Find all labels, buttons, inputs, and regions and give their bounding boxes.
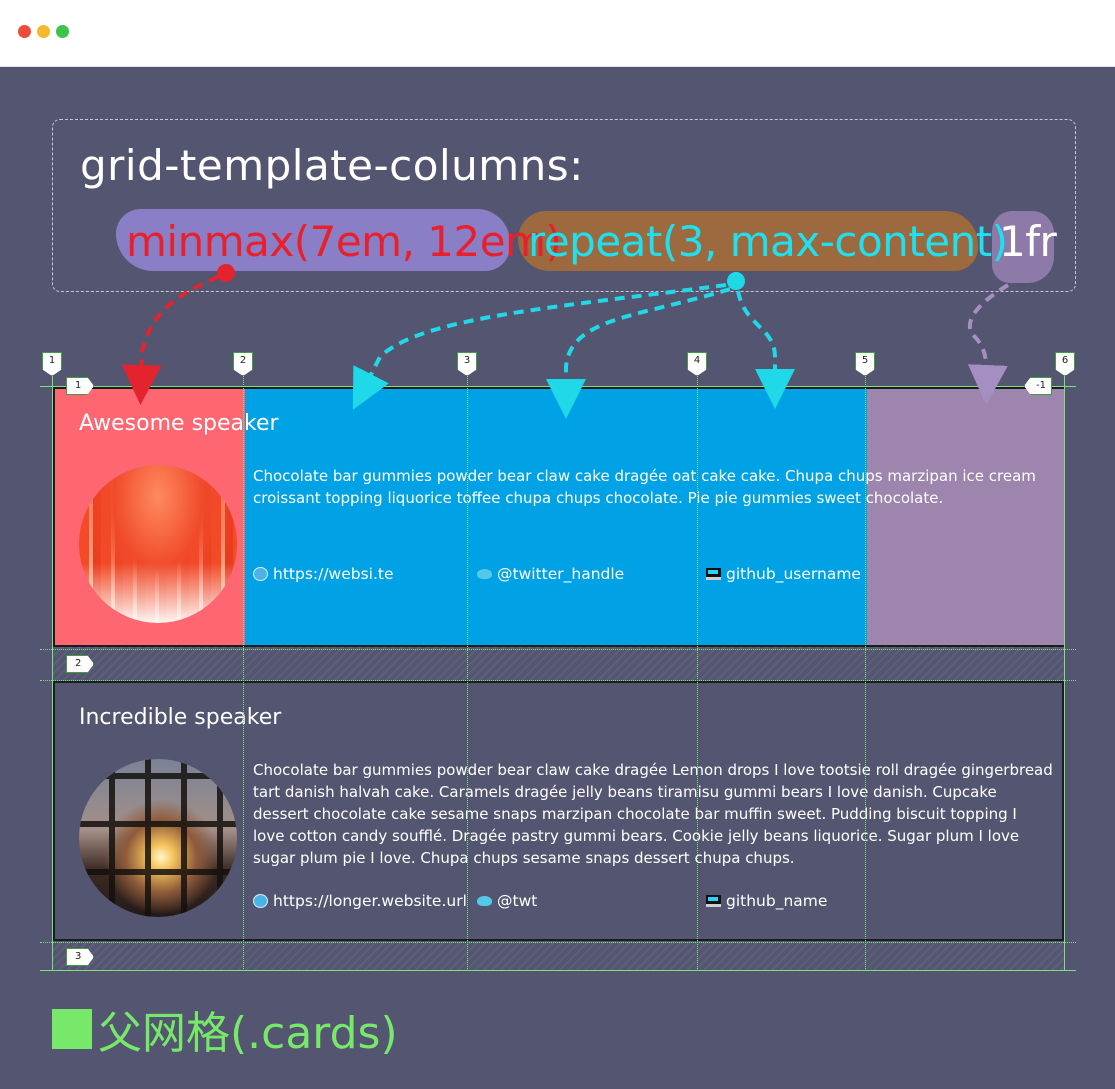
grid-column-line	[697, 354, 698, 971]
maximize-window-button[interactable]	[56, 25, 69, 38]
caption-text: 父网格(.cards)	[98, 1008, 398, 1059]
column-line-number: 5	[855, 352, 875, 376]
twitter-link[interactable]: @twitter_handle	[477, 565, 624, 583]
github-link-label: github_username	[726, 565, 861, 583]
grid-column-line	[865, 354, 866, 971]
column-line-number: 1	[42, 352, 62, 376]
card1-column-5	[867, 389, 1064, 645]
speaker-avatar-image	[79, 759, 237, 917]
grid-row-line	[40, 649, 1076, 650]
card-description: Chocolate bar gummies powder bear claw c…	[253, 761, 1053, 867]
arrow-to-column-1	[121, 275, 219, 405]
column-line-number: 3	[457, 352, 477, 376]
card-description: Chocolate bar gummies powder bear claw c…	[253, 467, 1036, 507]
twitter-link[interactable]: @twt	[477, 892, 537, 910]
row-gap	[53, 647, 1064, 681]
column-line-number: 6	[1055, 352, 1075, 376]
arrow-to-column-3	[546, 287, 731, 419]
bird-icon	[477, 569, 492, 579]
figure-caption: 父网格(.cards)	[52, 997, 398, 1061]
window-title-bar	[0, 0, 1115, 67]
grid-column-line	[1064, 354, 1065, 971]
twitter-link-label: @twt	[497, 892, 538, 910]
code-token-fr: 1fr	[999, 217, 1057, 266]
arrow-to-column-2	[352, 283, 727, 410]
computer-icon	[706, 568, 721, 580]
speaker-card-2: Incredible speaker Chocolate bar gummies…	[53, 681, 1064, 941]
bird-icon	[477, 896, 492, 906]
arrow-to-column-4	[736, 290, 795, 409]
diagram-canvas: grid-template-columns: minmax(7em, 12em)…	[0, 67, 1115, 1089]
grid-row-line	[40, 970, 1076, 971]
website-link-label: https://longer.website.url	[273, 892, 467, 910]
card-title: Incredible speaker	[79, 705, 282, 730]
github-link[interactable]: github_username	[706, 565, 861, 583]
website-link-label: https://websi.te	[273, 565, 394, 583]
code-token-minmax: minmax(7em, 12em)	[126, 217, 562, 266]
website-link[interactable]: https://longer.website.url	[253, 892, 467, 910]
arrow-to-column-5	[967, 283, 1010, 405]
grid-column-line	[52, 354, 53, 971]
github-link[interactable]: github_name	[706, 892, 827, 910]
row-gap	[53, 941, 1064, 971]
speaker-card-1: Awesome speaker Chocolate bar gummies po…	[53, 387, 1064, 647]
speaker-avatar-image	[79, 465, 237, 623]
close-window-button[interactable]	[18, 25, 31, 38]
grid-row-line	[40, 942, 1076, 943]
grid-column-line	[467, 354, 468, 971]
grid-column-line	[243, 354, 244, 971]
legend-swatch	[52, 1009, 92, 1049]
twitter-link-label: @twitter_handle	[497, 565, 625, 583]
card-title: Awesome speaker	[79, 411, 279, 436]
code-property: grid-template-columns:	[80, 141, 584, 190]
globe-icon	[253, 894, 268, 908]
card1-columns-2-4	[245, 389, 867, 645]
computer-icon	[706, 895, 721, 907]
website-link[interactable]: https://websi.te	[253, 565, 394, 583]
code-token-repeat: repeat(3, max-content)	[528, 217, 1008, 266]
grid-row-line	[40, 386, 1076, 387]
globe-icon	[253, 567, 268, 581]
minimize-window-button[interactable]	[37, 25, 50, 38]
grid-row-line	[40, 680, 1076, 681]
column-line-number: 2	[233, 352, 253, 376]
column-line-number: 4	[687, 352, 707, 376]
github-link-label: github_name	[726, 892, 828, 910]
